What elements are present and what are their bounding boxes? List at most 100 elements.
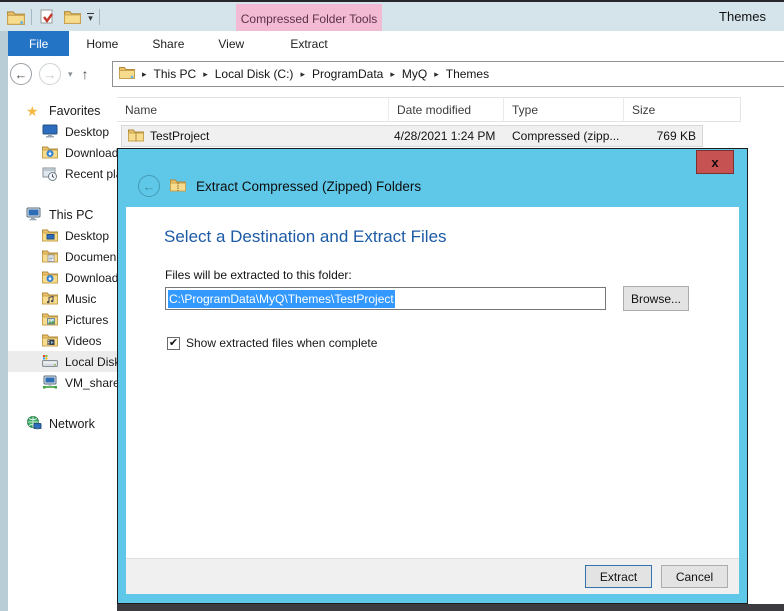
sidebar-label: Pictures	[65, 313, 108, 327]
sidebar-item-desktop-fav[interactable]: Desktop	[8, 121, 117, 142]
new-folder-icon[interactable]	[62, 7, 82, 27]
column-header-name[interactable]: Name	[117, 98, 388, 122]
this-pc-icon	[26, 207, 42, 223]
dialog-close-button[interactable]: x	[696, 150, 734, 174]
window-title: Themes	[719, 9, 766, 24]
file-name: TestProject	[150, 129, 209, 143]
sidebar-label: Music	[65, 292, 96, 306]
sidebar-label: Network	[49, 417, 95, 431]
up-button[interactable]: ↑	[82, 66, 89, 82]
destination-label: Files will be extracted to this folder:	[165, 268, 352, 282]
column-header-type[interactable]: Type	[503, 98, 623, 122]
extract-button[interactable]: Extract	[585, 565, 652, 588]
dialog-footer: Extract Cancel	[126, 558, 739, 594]
window-left-border	[0, 31, 8, 611]
tab-file[interactable]: File	[8, 31, 69, 56]
sidebar-item-desktop[interactable]: Desktop	[8, 225, 117, 246]
address-bar[interactable]: ▸ This PC ▸ Local Disk (C:) ▸ ProgramDat…	[112, 61, 784, 87]
crumb-arrow-icon: ▸	[427, 69, 446, 80]
network-drive-icon	[42, 375, 58, 391]
file-row-testproject[interactable]: TestProject 4/28/2021 1:24 PM Compressed…	[121, 125, 703, 147]
crumb-arrow-icon: ▸	[135, 69, 154, 80]
contextual-tab-group-label: Compressed Folder Tools	[236, 4, 382, 33]
sidebar-item-downloads[interactable]: Download	[8, 267, 117, 288]
file-size: 769 KB	[588, 126, 696, 146]
favorites-star-icon: ★	[26, 103, 42, 119]
sidebar-label: Desktop	[65, 125, 109, 139]
sidebar-label: Documen	[65, 250, 116, 264]
customize-qat-chevron-icon[interactable]: ▾	[87, 13, 94, 21]
quick-access-toolbar: ▾	[6, 7, 100, 27]
qat-divider	[31, 9, 32, 25]
cancel-button[interactable]: Cancel	[661, 565, 728, 588]
sidebar-section-this-pc[interactable]: This PC	[8, 204, 117, 225]
breadcrumb-themes[interactable]: Themes	[446, 67, 489, 81]
title-bar: ▾ Compressed Folder Tools Themes	[0, 0, 784, 31]
window-folder-icon[interactable]	[6, 7, 26, 27]
network-globe-icon	[26, 416, 42, 432]
breadcrumb-myq[interactable]: MyQ	[402, 67, 427, 81]
breadcrumb-this-pc[interactable]: This PC	[154, 67, 197, 81]
sidebar-item-music[interactable]: Music	[8, 288, 117, 309]
dialog-back-button[interactable]: ←	[138, 175, 160, 197]
checkbox-checked-icon[interactable]: ✔	[167, 337, 180, 350]
back-icon: ←	[143, 179, 156, 194]
column-header-size[interactable]: Size	[623, 98, 741, 122]
downloads-folder-icon	[42, 145, 58, 161]
breadcrumb-local-disk[interactable]: Local Disk (C:)	[215, 67, 294, 81]
properties-check-icon[interactable]	[37, 7, 57, 27]
sidebar-item-vm-shared[interactable]: VM_share	[8, 372, 117, 393]
sidebar-item-local-disk[interactable]: Local Disk	[8, 351, 117, 372]
sidebar-label: Desktop	[65, 229, 109, 243]
address-folder-icon	[119, 66, 135, 82]
tab-home[interactable]: Home	[69, 31, 135, 56]
sidebar-item-documents[interactable]: Documen	[8, 246, 117, 267]
qat-divider	[99, 9, 100, 25]
zip-folder-icon	[170, 178, 186, 194]
back-button[interactable]: ←	[10, 63, 32, 85]
sidebar-label: Recent pla	[65, 167, 117, 181]
close-x-icon: x	[711, 156, 718, 169]
column-header-date-modified[interactable]: Date modified	[388, 98, 503, 122]
dialog-content: Select a Destination and Extract Files F…	[126, 207, 739, 594]
dialog-title: Extract Compressed (Zipped) Folders	[196, 179, 421, 194]
breadcrumb-programdata[interactable]: ProgramData	[312, 67, 383, 81]
sidebar-item-downloads-fav[interactable]: Download	[8, 142, 117, 163]
sidebar-label: Videos	[65, 334, 101, 348]
browse-button[interactable]: Browse...	[623, 286, 689, 311]
sidebar-label: This PC	[49, 208, 93, 222]
breadcrumb: ▸ This PC ▸ Local Disk (C:) ▸ ProgramDat…	[135, 67, 489, 81]
destination-path-input[interactable]: C:\ProgramData\MyQ\Themes\TestProject	[165, 287, 606, 310]
sidebar-item-recent-places[interactable]: Recent pla	[8, 163, 117, 184]
forward-button[interactable]: →	[39, 63, 61, 85]
sidebar-label: VM_share	[65, 376, 117, 390]
show-files-checkbox-row[interactable]: ✔ Show extracted files when complete	[167, 336, 377, 350]
sidebar-section-network[interactable]: Network	[8, 413, 117, 434]
sidebar-label: Favorites	[49, 104, 100, 118]
ribbon-tab-row: File Home Share View Extract	[0, 31, 784, 56]
file-date-modified: 4/28/2021 1:24 PM	[394, 126, 495, 146]
tab-share[interactable]: Share	[135, 31, 201, 56]
column-header-row: Name Date modified Type Size	[117, 97, 741, 122]
navigation-pane: ★ Favorites Desktop Download Recent pla …	[8, 100, 117, 611]
extract-dialog: x ← Extract Compressed (Zipped) Folders …	[117, 148, 748, 604]
window-bottom-shadow	[117, 604, 784, 611]
recent-locations-chevron-icon[interactable]: ▾	[68, 69, 73, 80]
pictures-folder-icon	[42, 312, 58, 328]
sidebar-item-videos[interactable]: Videos	[8, 330, 117, 351]
videos-folder-icon	[42, 333, 58, 349]
recent-places-icon	[42, 166, 58, 182]
address-toolbar: ← → ▾ ↑ ▸ This PC ▸ Local Disk (C:) ▸ Pr…	[0, 56, 784, 92]
forward-icon: →	[44, 67, 57, 82]
sidebar-item-pictures[interactable]: Pictures	[8, 309, 117, 330]
desktop-folder-icon	[42, 228, 58, 244]
crumb-arrow-icon: ▸	[293, 69, 312, 80]
sidebar-label: Local Disk	[65, 355, 117, 369]
sidebar-section-favorites[interactable]: ★ Favorites	[8, 100, 117, 121]
selected-path-text: C:\ProgramData\MyQ\Themes\TestProject	[168, 290, 395, 308]
crumb-arrow-icon: ▸	[196, 69, 215, 80]
tab-extract[interactable]: Extract	[236, 31, 382, 56]
crumb-arrow-icon: ▸	[383, 69, 402, 80]
sidebar-label: Download	[65, 271, 117, 285]
local-disk-icon	[42, 354, 58, 370]
